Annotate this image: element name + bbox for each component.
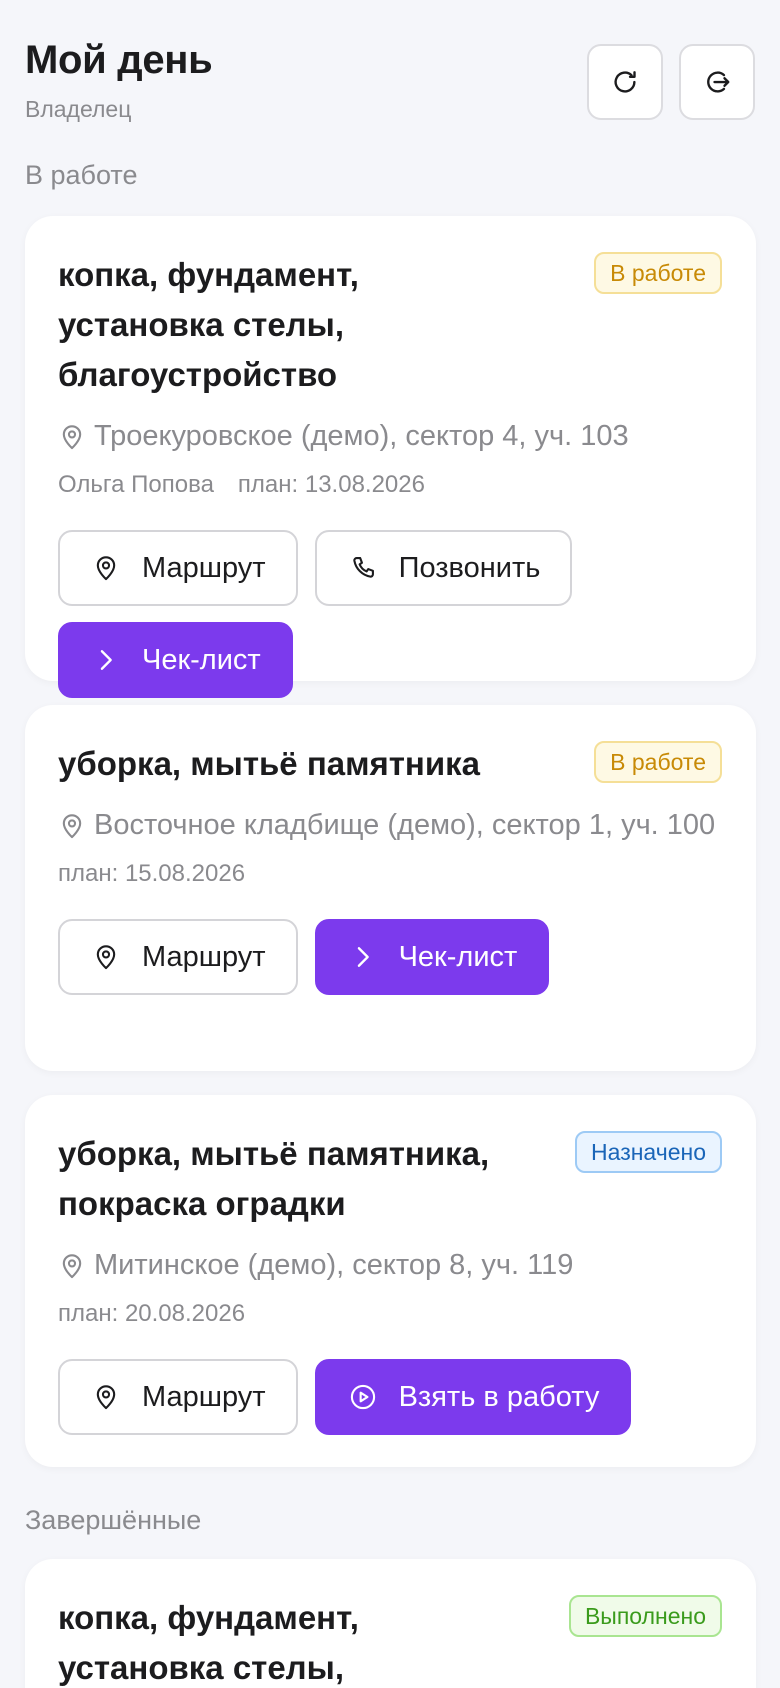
task-actions: Маршрут Чек-лист bbox=[58, 919, 722, 995]
route-button-label: Маршрут bbox=[142, 940, 266, 973]
chevron-right-icon bbox=[349, 943, 377, 971]
status-badge: Назначено bbox=[575, 1131, 722, 1173]
map-pin-icon bbox=[58, 812, 86, 840]
task-meta: Ольга Попова план: 13.08.2026 bbox=[58, 468, 722, 502]
plan-date: план: 13.08.2026 bbox=[237, 471, 425, 498]
route-button[interactable]: Маршрут bbox=[58, 1359, 298, 1435]
task-actions: Маршрут Позвонить Чек-лист bbox=[58, 530, 722, 698]
section-title-in-progress: В работе bbox=[25, 160, 138, 190]
status-badge: В работе bbox=[594, 741, 722, 783]
checklist-button-label: Чек-лист bbox=[142, 643, 261, 676]
route-button-label: Маршрут bbox=[142, 1380, 266, 1413]
logout-icon bbox=[707, 71, 730, 93]
route-button-label: Маршрут bbox=[142, 551, 266, 584]
take-to-work-button[interactable]: Взять в работу bbox=[314, 1359, 632, 1435]
task-meta: план: 20.08.2026 bbox=[58, 1297, 722, 1331]
location-text: Восточное кладбище (демо), сектор 1, уч.… bbox=[94, 809, 716, 841]
location-text: Митинское (демо), сектор 8, уч. 119 bbox=[94, 1249, 574, 1281]
header-actions bbox=[587, 44, 755, 120]
task-card: уборка, мытьё памятника, покраска оградк… bbox=[25, 1095, 756, 1467]
checklist-button[interactable]: Чек-лист bbox=[314, 919, 550, 995]
task-card: уборка, мытьё памятника В работе Восточн… bbox=[25, 705, 756, 1071]
location-text: Троекуровское (демо), сектор 4, уч. 103 bbox=[94, 420, 629, 452]
task-location: Митинское (демо), сектор 8, уч. 119 bbox=[58, 1243, 722, 1287]
task-location: Троекуровское (демо), сектор 4, уч. 103 bbox=[58, 414, 722, 458]
refresh-button[interactable] bbox=[587, 44, 663, 120]
route-button[interactable]: Маршрут bbox=[58, 919, 298, 995]
refresh-icon bbox=[614, 71, 636, 93]
chevron-right-icon bbox=[92, 646, 120, 674]
assignee-name: Ольга Попова bbox=[58, 471, 214, 498]
task-actions: Маршрут Взять в работу bbox=[58, 1359, 722, 1435]
task-meta: план: 15.08.2026 bbox=[58, 857, 722, 891]
page-header: Мой день Владелец bbox=[25, 36, 755, 126]
call-button[interactable]: Позвонить bbox=[314, 530, 573, 606]
take-to-work-button-label: Взять в работу bbox=[398, 1380, 600, 1413]
logout-button[interactable] bbox=[679, 44, 755, 120]
map-pin-icon bbox=[58, 423, 86, 451]
call-button-label: Позвонить bbox=[398, 551, 541, 584]
map-pin-icon bbox=[92, 1383, 120, 1411]
task-location: Восточное кладбище (демо), сектор 1, уч.… bbox=[58, 803, 722, 847]
plan-date: план: 15.08.2026 bbox=[58, 860, 246, 887]
map-pin-icon bbox=[92, 943, 120, 971]
task-card: копка, фундамент, установка стелы, благо… bbox=[25, 216, 756, 698]
map-pin-icon bbox=[92, 554, 120, 582]
task-card: копка, фундамент, установка стелы, благо… bbox=[25, 1559, 756, 1688]
checklist-button-label: Чек-лист bbox=[398, 940, 518, 973]
status-badge: В работе bbox=[594, 252, 722, 294]
section-title-completed: Завершённые bbox=[25, 1505, 202, 1535]
play-circle-icon bbox=[349, 1383, 377, 1411]
status-badge: Выполнено bbox=[568, 1595, 722, 1637]
checklist-button[interactable]: Чек-лист bbox=[58, 622, 293, 698]
map-pin-icon bbox=[58, 1252, 86, 1280]
route-button[interactable]: Маршрут bbox=[58, 530, 298, 606]
phone-icon bbox=[349, 554, 377, 582]
plan-date: план: 20.08.2026 bbox=[58, 1300, 246, 1327]
